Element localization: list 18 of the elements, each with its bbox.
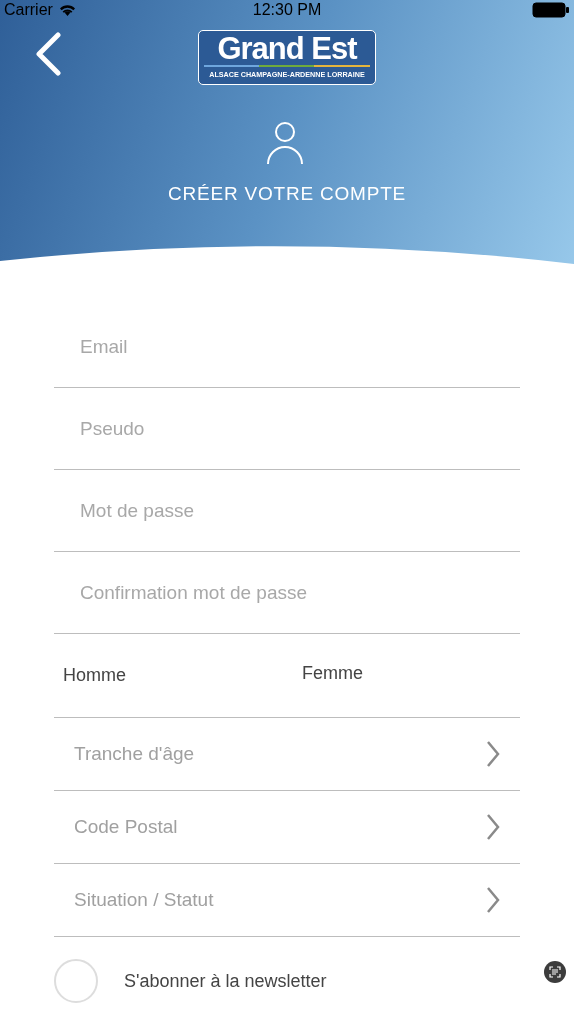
input-field[interactable]: Email — [54, 306, 520, 388]
newsletter-checkbox[interactable] — [54, 959, 98, 1003]
status-time: 12:30 PM — [252, 1, 322, 18]
chevron-icon — [486, 813, 500, 841]
input-field[interactable]: Mot de passe — [54, 470, 520, 552]
chevron-icon — [486, 740, 500, 768]
input-field[interactable]: Pseudo — [54, 388, 520, 470]
back-icon[interactable] — [34, 32, 62, 76]
battery-icon — [532, 2, 570, 18]
logo-title: Grand Est — [217, 33, 357, 65]
scan-icon[interactable] — [544, 961, 566, 983]
input-field[interactable]: Confirmation mot de passe — [54, 552, 520, 634]
user-icon — [266, 121, 304, 166]
page-title: CRÉER VOTRE COMPTE — [167, 183, 407, 204]
chevron-icon — [486, 886, 500, 914]
carrier-label: Carrier — [4, 1, 53, 19]
newsletter-label: S'abonner à la newsletter — [124, 970, 327, 992]
wifi-icon — [58, 4, 76, 16]
